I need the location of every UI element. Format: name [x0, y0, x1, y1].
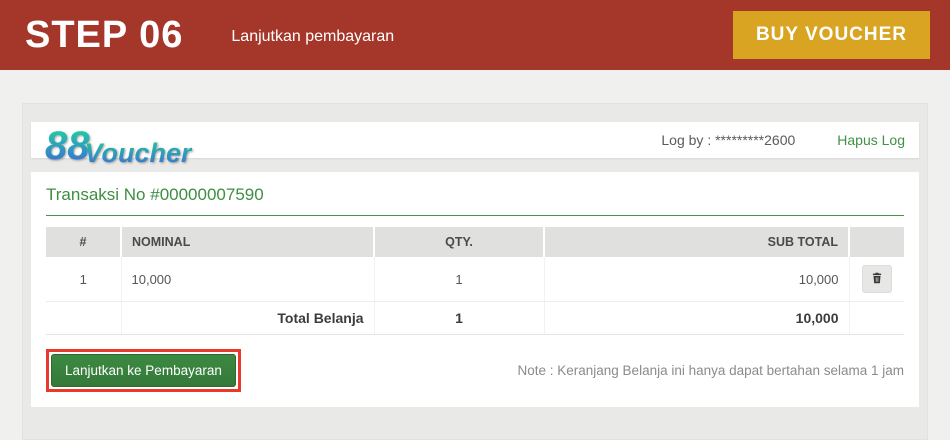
note-text: Note : Keranjang Belanja ini hanya dapat…	[517, 363, 904, 378]
total-row: Total Belanja 1 10,000	[46, 302, 904, 335]
continue-payment-button[interactable]: Lanjutkan ke Pembayaran	[51, 354, 236, 387]
highlight-box: Lanjutkan ke Pembayaran	[46, 349, 241, 392]
total-empty-cell	[46, 302, 121, 335]
hapus-log-link[interactable]: Hapus Log	[837, 132, 905, 148]
buy-voucher-button[interactable]: BUY VOUCHER	[733, 11, 930, 59]
transaction-title: Transaksi No #00000007590	[46, 185, 904, 205]
header-qty: QTY.	[374, 227, 544, 257]
step-subtitle: Lanjutkan pembayaran	[231, 28, 394, 46]
header-subtotal: SUB TOTAL	[544, 227, 849, 257]
table-row: 1 10,000 1 10,000	[46, 257, 904, 302]
table-header-row: # NOMINAL QTY. SUB TOTAL	[46, 227, 904, 257]
header-actions	[849, 227, 904, 257]
panel-footer: Lanjutkan ke Pembayaran Note : Keranjang…	[46, 349, 904, 392]
header-nominal: NOMINAL	[121, 227, 374, 257]
cell-nominal: 10,000	[121, 257, 374, 302]
cell-subtotal: 10,000	[544, 257, 849, 302]
main-card: 88 Voucher Log by : *********2600 Hapus …	[22, 103, 928, 440]
cell-actions	[849, 257, 904, 302]
trash-icon	[870, 271, 884, 288]
cart-table: # NOMINAL QTY. SUB TOTAL 1 10,000 1 10,0…	[46, 227, 904, 335]
logo-88-text: 88	[45, 128, 90, 164]
step-banner: STEP 06 Lanjutkan pembayaran BUY VOUCHER	[0, 0, 950, 70]
logo-bar: 88 Voucher Log by : *********2600 Hapus …	[31, 122, 919, 158]
total-actions-empty	[849, 302, 904, 335]
green-divider	[46, 215, 904, 216]
header-number: #	[46, 227, 121, 257]
logo-voucher-text: Voucher	[85, 140, 192, 167]
log-by-text: Log by : *********2600	[661, 132, 795, 148]
88voucher-logo[interactable]: 88 Voucher	[45, 128, 192, 167]
cell-qty: 1	[374, 257, 544, 302]
transaction-panel: Transaksi No #00000007590 # NOMINAL QTY.…	[31, 172, 919, 407]
step-title: STEP 06	[25, 14, 183, 57]
delete-item-button[interactable]	[862, 265, 892, 293]
total-qty: 1	[374, 302, 544, 335]
total-subtotal: 10,000	[544, 302, 849, 335]
total-label: Total Belanja	[121, 302, 374, 335]
logbar-right: Log by : *********2600 Hapus Log	[661, 132, 905, 148]
cell-number: 1	[46, 257, 121, 302]
